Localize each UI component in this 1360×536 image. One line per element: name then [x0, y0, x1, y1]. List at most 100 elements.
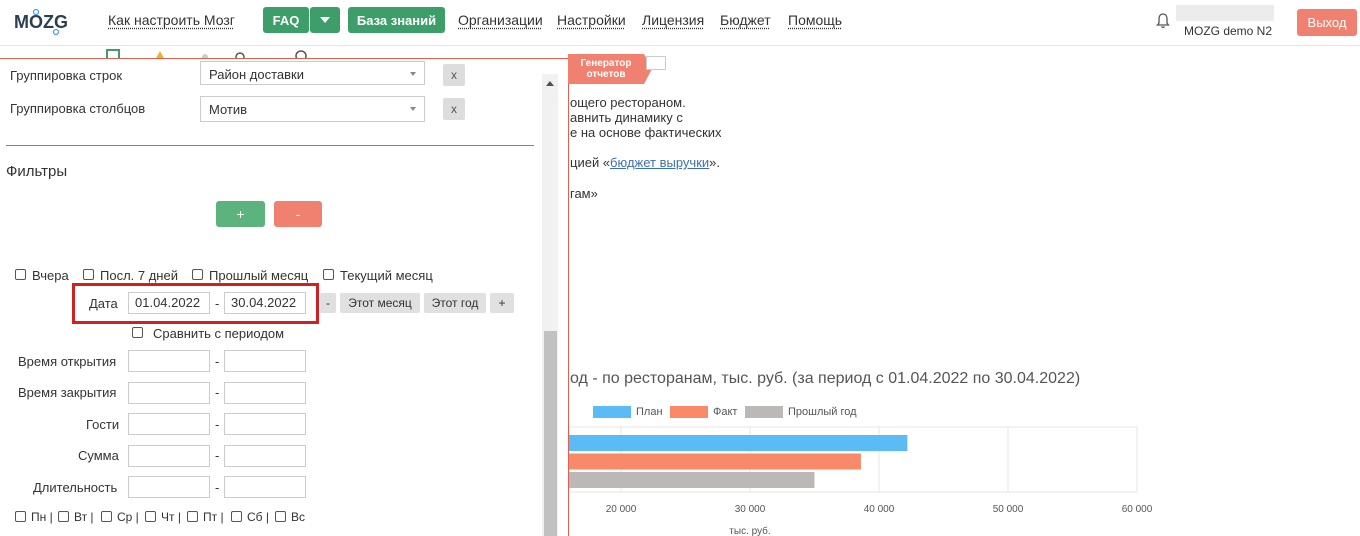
close-time-to-input[interactable]	[224, 382, 306, 404]
description-line: авнить динамику с	[570, 110, 683, 125]
checkbox-yesterday[interactable]	[15, 269, 26, 280]
range-separator: -	[215, 417, 220, 432]
label-tue: Вт |	[74, 510, 94, 524]
guests-from-input[interactable]	[128, 413, 210, 435]
desc-link-prefix: цией «	[570, 155, 611, 170]
faq-dropdown-button[interactable]	[310, 7, 340, 33]
top-navbar: MOZG Как настроить Мозг FAQ База знаний …	[0, 0, 1360, 46]
x-tick-label: 20 000	[606, 504, 637, 515]
caret-down-icon	[320, 17, 330, 23]
col-grouping-select[interactable]: Мотив	[200, 96, 425, 122]
caret-down-icon	[410, 72, 416, 76]
add-filter-button[interactable]: +	[216, 201, 265, 227]
filter-label-sum: Сумма	[78, 448, 119, 463]
remove-filter-button[interactable]: -	[274, 201, 322, 227]
sum-from-input[interactable]	[128, 445, 210, 467]
label-fri: Пт |	[203, 510, 224, 524]
svg-text:MOZG: MOZG	[14, 12, 68, 32]
desc-link-suffix: ».	[709, 155, 721, 170]
bar-2[interactable]	[569, 472, 815, 488]
mozg-logo[interactable]: MOZG	[12, 8, 76, 36]
legend-swatch-plan	[593, 406, 631, 418]
x-tick-label: 40 000	[864, 504, 895, 515]
checkbox-sun[interactable]	[275, 511, 286, 522]
duration-from-input[interactable]	[128, 476, 210, 498]
filter-label-close-time: Время закрытия	[18, 385, 117, 400]
checkbox-sat[interactable]	[231, 511, 242, 522]
report-generator-tab[interactable]: Генератор отчетов	[568, 54, 652, 84]
description-quote: гам»	[570, 186, 598, 201]
label-mon: Пн |	[31, 510, 53, 524]
label-wed: Ср |	[117, 510, 139, 524]
range-separator: -	[215, 480, 220, 495]
row-grouping-clear-button[interactable]: x	[443, 64, 465, 86]
revenue-bar-chart: 20 000 30 000 40 000 50 000 60 000 тыс. руб.	[569, 426, 1153, 536]
label-sun: Вс	[291, 510, 306, 524]
checkbox-mon[interactable]	[15, 511, 26, 522]
open-time-to-input[interactable]	[224, 350, 306, 372]
user-name[interactable]: MOZG demo N2	[1184, 24, 1272, 38]
date-prev-button[interactable]: -	[320, 293, 336, 313]
label-compare-period: Сравнить с периодом	[153, 326, 285, 341]
checkbox-last-month[interactable]	[192, 269, 203, 280]
legend-swatch-fact	[670, 406, 708, 418]
budget-revenue-link[interactable]: бюджет выручки	[610, 155, 709, 170]
nav-budget[interactable]: Бюджет	[720, 12, 771, 28]
sum-to-input[interactable]	[224, 445, 306, 467]
scroll-up-arrow-icon[interactable]	[546, 81, 554, 86]
legend-label-fact: Факт	[713, 406, 738, 418]
caret-down-icon	[410, 107, 416, 111]
row-grouping-select[interactable]: Район доставки	[200, 61, 425, 85]
description-line: ощего рестораном.	[570, 95, 686, 110]
filter-label-open-time: Время открытия	[18, 354, 117, 369]
nav-organizations[interactable]: Организации	[458, 12, 543, 28]
checkbox-tue[interactable]	[58, 511, 69, 522]
chart-title: од - по ресторанам, тыс. руб. (за период…	[570, 370, 1081, 387]
legend-label-last-year: Прошлый год	[788, 406, 857, 418]
x-axis-label: тыс. руб.	[729, 525, 770, 536]
x-tick-label: 50 000	[993, 504, 1024, 515]
range-separator: -	[215, 385, 220, 400]
checkbox-last-7-days[interactable]	[83, 269, 94, 280]
user-avatar-blurred	[1176, 5, 1274, 21]
date-highlight-box	[72, 283, 319, 324]
nav-help[interactable]: Помощь	[788, 12, 842, 28]
col-grouping-clear-button[interactable]: x	[443, 98, 465, 120]
bar-0[interactable]	[569, 435, 908, 451]
date-next-button[interactable]: +	[490, 293, 514, 313]
checkbox-thu[interactable]	[145, 511, 156, 522]
range-separator: -	[215, 354, 220, 369]
legend-swatch-last-year	[745, 406, 783, 418]
checkbox-wed[interactable]	[101, 511, 112, 522]
knowledge-base-button[interactable]: База знаний	[348, 7, 445, 33]
duration-to-input[interactable]	[224, 476, 306, 498]
guests-to-input[interactable]	[224, 413, 306, 435]
open-time-from-input[interactable]	[128, 350, 210, 372]
label-current-month: Текущий месяц	[340, 268, 433, 283]
checkbox-current-month[interactable]	[323, 269, 334, 280]
label-last-month: Прошлый месяц	[209, 268, 309, 283]
nav-settings[interactable]: Настройки	[557, 12, 626, 28]
secondary-tab[interactable]	[646, 56, 666, 70]
nav-license[interactable]: Лицензия	[642, 12, 704, 28]
bar-1[interactable]	[569, 453, 861, 470]
checkbox-compare-period[interactable]	[132, 327, 143, 338]
legend-label-plan: План	[636, 406, 663, 418]
logout-button[interactable]: Выход	[1297, 9, 1357, 36]
this-month-button[interactable]: Этот месяц	[340, 293, 420, 313]
section-divider	[6, 145, 534, 146]
nav-how-to-setup[interactable]: Как настроить Мозг	[108, 12, 235, 28]
bell-icon[interactable]	[1155, 12, 1171, 30]
scrollbar-thumb[interactable]	[544, 331, 557, 536]
row-grouping-label: Группировка строк	[10, 68, 123, 83]
report-settings-panel: Группировка строк Район доставки x Групп…	[0, 58, 569, 536]
x-tick-label: 30 000	[735, 504, 766, 515]
x-tick-label: 60 000	[1122, 504, 1153, 515]
label-yesterday: Вчера	[32, 268, 69, 283]
faq-button[interactable]: FAQ	[263, 7, 309, 33]
checkbox-fri[interactable]	[187, 511, 198, 522]
range-separator: -	[215, 448, 220, 463]
this-year-button[interactable]: Этот год	[424, 293, 486, 313]
close-time-from-input[interactable]	[128, 382, 210, 404]
description-line: е на основе фактических	[570, 125, 722, 140]
